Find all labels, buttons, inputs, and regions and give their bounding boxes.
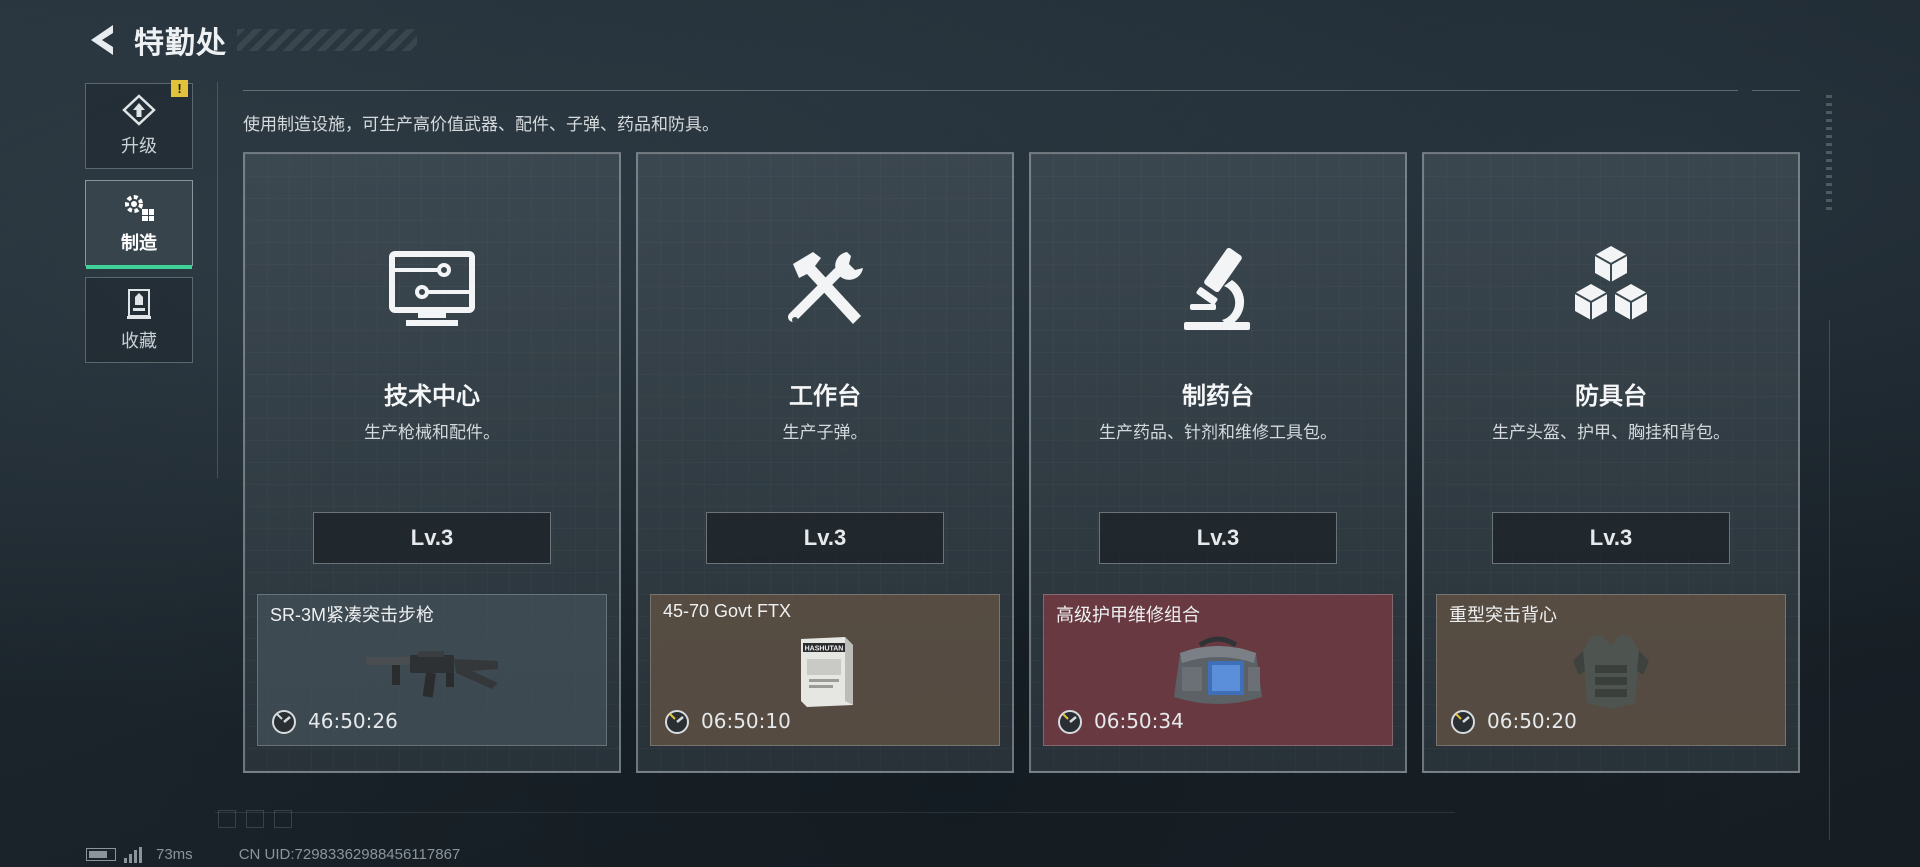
craft-slot[interactable]: 高级护甲维修组合 06:50:34 (1043, 594, 1393, 746)
card-subtitle: 生产枪械和配件。 (364, 423, 500, 442)
gears-icon (125, 195, 154, 221)
header: 特勤处 (86, 18, 417, 62)
craft-slot[interactable]: 重型突击背心 06:50:20 (1436, 594, 1786, 746)
status-footer: 73ms CN UID:7298336298845611786​7 (86, 846, 460, 863)
active-indicator (86, 265, 192, 269)
card-pharmacy[interactable]: 制药台 生产药品、针剂和维修工具包。 Lv.3 高级护甲维修组合 06:50:3… (1029, 152, 1407, 773)
signal-icon (124, 846, 142, 863)
battery-icon (86, 848, 116, 861)
rifle-icon (366, 651, 498, 698)
back-arrow-icon[interactable] (86, 21, 120, 59)
craft-item-name: 45-70 Govt FTX (663, 601, 792, 621)
top-divider-end (1752, 90, 1800, 91)
decoration-square (246, 810, 264, 828)
sidebar-item-label: 升级 (121, 136, 157, 156)
monitor-icon (389, 251, 475, 326)
stopwatch-icon (1058, 710, 1082, 734)
microscope-icon (1184, 247, 1250, 330)
page-title: 特勤处 (134, 27, 227, 60)
level-button[interactable]: Lv.3 (706, 512, 944, 564)
page-description: 使用制造设施，可生产高价值武器、配件、子弹、药品和防具。 (243, 115, 719, 134)
craft-item-name: 高级护甲维修组合 (1056, 605, 1200, 625)
card-title: 工作台 (789, 383, 861, 410)
level-button[interactable]: Lv.3 (313, 512, 551, 564)
card-tech-center[interactable]: 技术中心 生产枪械和配件。 Lv.3 SR-3M紧凑突击步枪 46:50:26 (243, 152, 621, 773)
sidebar-item-craft[interactable]: 制造 (85, 180, 193, 269)
craft-timer: 06:50:10 (663, 707, 791, 735)
timer-text: 46:50:26 (308, 709, 398, 733)
craft-slot[interactable]: 45-70 Govt FTX HASHUTAN 06:50:10 (650, 594, 1000, 746)
card-armor-bench[interactable]: 防具台 生产头盔、护甲、胸挂和背包。 Lv.3 重型突击背心 06:50:20 (1422, 152, 1800, 773)
sidebar-divider (217, 82, 218, 478)
hammer-wrench-icon (788, 252, 863, 324)
collection-icon (127, 289, 151, 319)
craft-timer: 06:50:34 (1056, 707, 1184, 735)
ping-text: 73ms (156, 846, 193, 863)
ammo-box-icon: HASHUTAN (801, 637, 853, 707)
card-title: 制药台 (1182, 383, 1254, 410)
card-subtitle: 生产子弹。 (782, 423, 868, 442)
card-subtitle: 生产药品、针剂和维修工具包。 (1099, 423, 1337, 442)
crafting-screen: 特勤处 ! 升级 制造 收藏 使用制造设施，可生产高价值武器、配件、子弹、药品和… (0, 0, 1920, 867)
card-title: 防具台 (1575, 383, 1647, 410)
ammo-box-label: HASHUTAN (805, 646, 844, 653)
timer-text: 06:50:20 (1487, 709, 1577, 733)
card-title: 技术中心 (384, 383, 480, 410)
stopwatch-icon (665, 710, 689, 734)
sidebar-item-collection[interactable]: 收藏 (85, 277, 193, 363)
title-decoration (237, 29, 417, 51)
craft-timer: 06:50:20 (1449, 707, 1577, 735)
craft-slot[interactable]: SR-3M紧凑突击步枪 46:50:26 (257, 594, 607, 746)
timer-text: 06:50:10 (701, 709, 791, 733)
card-subtitle: 生产头盔、护甲、胸挂和背包。 (1492, 423, 1730, 442)
uid-text: CN UID:7298336298845611786​7 (238, 846, 461, 863)
right-decoration-line (1829, 320, 1830, 840)
cubes-icon (1574, 246, 1648, 320)
craft-item-name: 重型突击背心 (1449, 605, 1557, 625)
decoration-square (218, 810, 236, 828)
decoration-square (274, 810, 292, 828)
sidebar-item-label: 制造 (121, 233, 157, 253)
level-button[interactable]: Lv.3 (1492, 512, 1730, 564)
level-button[interactable]: Lv.3 (1099, 512, 1337, 564)
craft-timer: 46:50:26 (270, 707, 398, 735)
warning-badge: ! (171, 80, 188, 97)
bottom-decoration (215, 812, 1455, 813)
timer-text: 06:50:34 (1094, 709, 1184, 733)
repair-bag-icon (1174, 636, 1262, 704)
right-decoration-dots (1826, 90, 1832, 210)
sidebar-item-upgrade[interactable]: ! 升级 (85, 80, 193, 169)
upgrade-icon (122, 94, 156, 126)
stopwatch-icon (1451, 710, 1475, 734)
sidebar-item-label: 收藏 (121, 331, 157, 351)
card-workbench[interactable]: 工作台 生产子弹。 Lv.3 45-70 Govt FTX HASHUTAN 0… (636, 152, 1014, 773)
vest-icon (1573, 635, 1649, 709)
top-divider (243, 90, 1738, 91)
stopwatch-icon (272, 710, 296, 734)
craft-item-name: SR-3M紧凑突击步枪 (270, 605, 435, 625)
